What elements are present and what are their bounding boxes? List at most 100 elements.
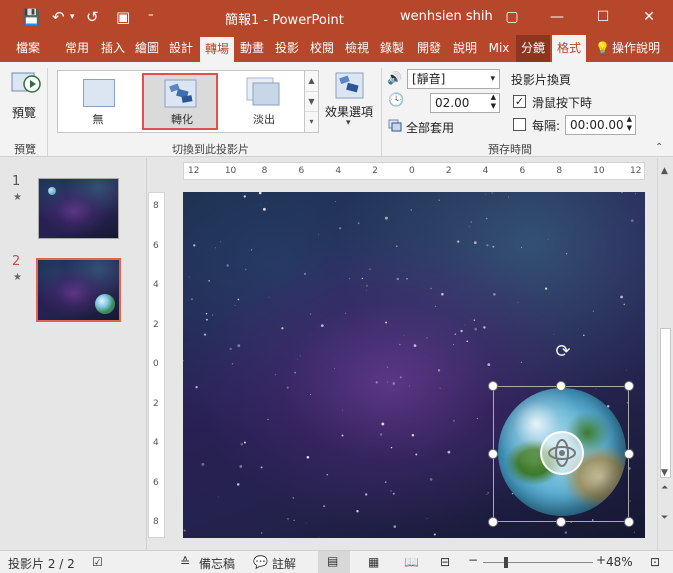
star (493, 293, 496, 296)
tab-format[interactable]: 格式 (552, 35, 586, 62)
comments-button[interactable]: 註解 (272, 555, 296, 572)
slide-thumb-1[interactable] (38, 178, 119, 239)
stepper-arrows-icon[interactable]: ▲ ▼ (627, 115, 632, 133)
resize-handle[interactable] (624, 517, 634, 527)
tab-transitions[interactable]: 轉場 (200, 37, 234, 62)
tab-design[interactable]: 設計 (165, 35, 197, 62)
star (237, 344, 241, 348)
tab-home[interactable]: 常用 (60, 35, 94, 62)
tab-review[interactable]: 校閱 (306, 35, 338, 62)
resize-handle[interactable] (556, 381, 566, 391)
notes-icon[interactable]: ≙ (180, 555, 190, 569)
star (487, 492, 489, 494)
zoom-slider-thumb[interactable] (504, 557, 508, 568)
gallery-more-icon[interactable]: ▾ (305, 111, 318, 131)
close-button[interactable]: ✕ (632, 4, 666, 30)
zoom-slider-track[interactable] (483, 562, 593, 563)
transition-morph[interactable]: 轉化 (142, 73, 218, 130)
after-checkbox[interactable] (513, 118, 526, 131)
slide-thumb-2[interactable] (36, 258, 121, 322)
spell-check-icon[interactable]: ☑ (92, 555, 103, 569)
apply-all-button[interactable]: 全部套用 (387, 118, 459, 136)
preview-button[interactable]: 預覽 (6, 70, 46, 130)
gallery-up-icon[interactable]: ▲ (305, 71, 318, 91)
undo-icon[interactable]: ↶ (52, 8, 65, 26)
slide-sorter-icon[interactable]: ▦ (368, 555, 379, 569)
tab-storyboard[interactable]: 分鏡 (516, 35, 550, 62)
star (634, 193, 636, 195)
reading-view-icon[interactable]: 📖 (404, 555, 419, 569)
star (366, 289, 367, 291)
transition-none[interactable]: 無 (60, 73, 136, 130)
zoom-out-button[interactable]: − (468, 553, 478, 567)
duration-stepper[interactable]: 02.00 ▲ ▼ (430, 93, 500, 113)
scroll-down-icon[interactable]: ▼ (661, 468, 668, 478)
tab-developer[interactable]: 開發 (411, 35, 447, 62)
star (545, 287, 548, 290)
star (453, 419, 455, 422)
vertical-scrollbar[interactable]: ▲ ▼ ⏶ ⏷ (657, 158, 673, 550)
tab-draw[interactable]: 繪圖 (131, 35, 163, 62)
gallery-down-icon[interactable]: ▼ (305, 91, 318, 111)
fit-to-window-icon[interactable]: ⊡ (650, 555, 660, 569)
star (631, 219, 634, 222)
zoom-level[interactable]: 48% (606, 555, 633, 569)
maximize-button[interactable]: ☐ (586, 4, 620, 30)
customize-qat-icon[interactable]: ⁼ (148, 10, 154, 23)
stepper-arrows-icon[interactable]: ▲ ▼ (491, 93, 496, 111)
star (413, 344, 417, 347)
notes-button[interactable]: 備忘稿 (199, 555, 235, 572)
start-slideshow-icon[interactable]: ▣ (116, 8, 130, 26)
minimize-button[interactable]: — (540, 4, 574, 30)
zoom-in-button[interactable]: + (596, 553, 606, 567)
rotate-handle-icon[interactable]: ⟳ (552, 342, 574, 364)
tab-record[interactable]: 錄製 (376, 35, 408, 62)
undo-dropdown-icon[interactable]: ▾ (70, 12, 75, 22)
star (243, 441, 246, 444)
tab-slideshow[interactable]: 投影 (271, 35, 303, 62)
sound-select[interactable]: [靜音] ▾ (407, 69, 500, 89)
star (237, 298, 240, 301)
on-click-checkbox[interactable]: ✓ (513, 95, 526, 108)
comments-icon[interactable]: 💬 (253, 555, 268, 569)
tab-help[interactable]: 說明 (449, 35, 481, 62)
ruler-tick-label: 6 (153, 477, 159, 488)
after-time-stepper[interactable]: 00:00.00 ▲ ▼ (565, 115, 636, 135)
user-name[interactable]: wenhsien shih (400, 9, 493, 24)
resize-handle[interactable] (488, 381, 498, 391)
next-slide-icon[interactable]: ⏷ (661, 513, 668, 523)
tab-mix[interactable]: Mix (484, 35, 514, 62)
star (521, 246, 523, 248)
slideshow-view-icon[interactable]: ⊟ (440, 555, 450, 569)
collapse-ribbon-icon[interactable]: ⌃ (655, 142, 663, 153)
resize-handle[interactable] (624, 449, 634, 459)
effect-options-button[interactable]: 效果選項 ▾ (322, 70, 378, 136)
resize-handle[interactable] (488, 449, 498, 459)
tab-view[interactable]: 檢視 (341, 35, 373, 62)
star (492, 245, 495, 248)
gallery-scroll[interactable]: ▲ ▼ ▾ (304, 71, 318, 132)
star (483, 326, 486, 329)
tab-insert[interactable]: 插入 (97, 35, 129, 62)
save-icon[interactable]: 💾 (22, 8, 41, 26)
scroll-thumb[interactable] (660, 328, 671, 478)
redo-icon[interactable]: ↺ (86, 8, 99, 26)
resize-handle[interactable] (488, 517, 498, 527)
scroll-up-icon[interactable]: ▲ (661, 166, 668, 176)
star (334, 368, 335, 369)
ribbon-display-options-icon[interactable]: ▢ (495, 4, 529, 30)
prev-slide-icon[interactable]: ⏶ (661, 483, 668, 493)
normal-view-glyph: ▤ (327, 554, 339, 568)
star (274, 373, 277, 376)
tell-me-search[interactable]: 💡 操作說明 (592, 35, 670, 62)
resize-handle[interactable] (556, 517, 566, 527)
star (468, 225, 470, 227)
transition-fade[interactable]: 淡出 (226, 73, 302, 130)
star (231, 363, 234, 365)
ruler-tick-label: 12 (630, 166, 642, 176)
star (361, 277, 363, 280)
tab-animations[interactable]: 動畫 (236, 35, 268, 62)
star (441, 292, 444, 296)
tab-file[interactable]: 檔案 (8, 35, 48, 62)
resize-handle[interactable] (624, 381, 634, 391)
